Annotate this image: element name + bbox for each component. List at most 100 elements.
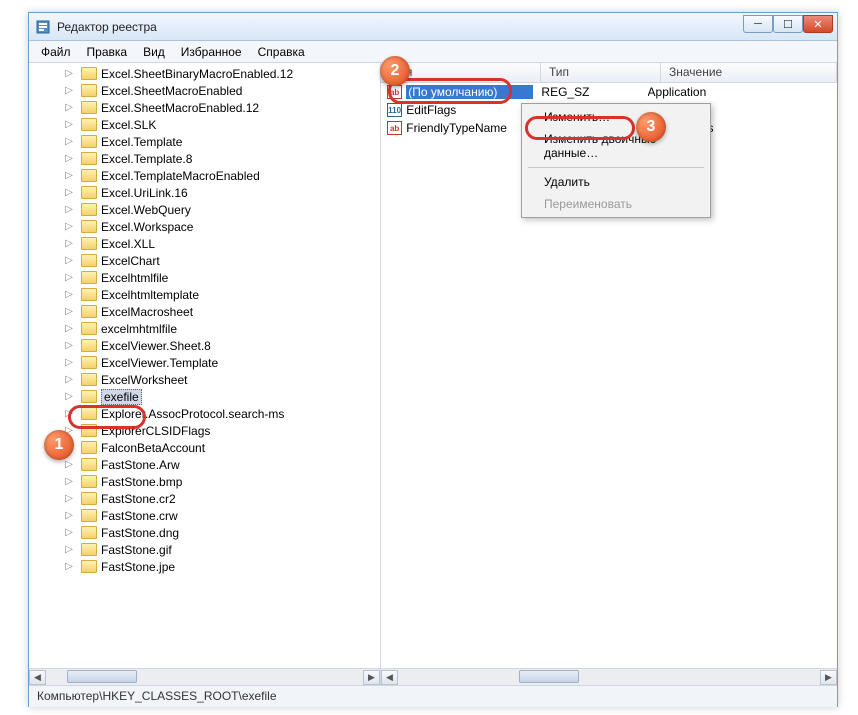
folder-icon — [81, 458, 97, 471]
folder-icon — [81, 407, 97, 420]
expand-icon[interactable]: ▷ — [63, 238, 75, 250]
maximize-button[interactable]: ☐ — [773, 15, 803, 33]
ctx-modify[interactable]: Изменить… — [524, 106, 708, 128]
ctx-rename[interactable]: Переименовать — [524, 193, 708, 215]
scroll-left-button[interactable]: ◀ — [29, 670, 46, 685]
tree-item[interactable]: ▷ ExcelViewer.Template — [33, 354, 380, 371]
tree-item[interactable]: ▷FastStone.jpe — [33, 558, 380, 575]
tree-item[interactable]: ▷ExplorerCLSIDFlags — [33, 422, 380, 439]
value-type: REG_SZ — [533, 85, 647, 99]
splitter[interactable] — [376, 63, 380, 668]
tree-item[interactable]: ▷FastStone.cr2 — [33, 490, 380, 507]
tree-item-label: ExcelWorksheet — [101, 373, 187, 387]
expand-icon[interactable]: ▷ — [63, 357, 75, 369]
tree-item[interactable]: ▷ Excelhtmltemplate — [33, 286, 380, 303]
expand-icon[interactable]: ▷ — [63, 255, 75, 267]
tree-item[interactable]: ▷FastStone.bmp — [33, 473, 380, 490]
tree-item-label: ExcelMacrosheet — [101, 305, 193, 319]
expand-icon[interactable]: ▷ — [63, 459, 75, 471]
ctx-modify-binary[interactable]: Изменить двоичные данные… — [524, 128, 708, 164]
close-button[interactable]: ✕ — [803, 15, 833, 33]
registry-tree[interactable]: ▷Excel.SheetBinaryMacroEnabled.12▷Excel.… — [29, 63, 380, 577]
tree-hscroll[interactable]: ◀ ▶ — [29, 668, 380, 685]
tree-item-label: ExcelViewer.Template — [101, 356, 218, 370]
tree-item-label: Excelhtmltemplate — [101, 288, 199, 302]
ctx-delete[interactable]: Удалить — [524, 171, 708, 193]
expand-icon[interactable]: ▷ — [63, 561, 75, 573]
expand-icon[interactable]: ▷ — [63, 119, 75, 131]
tree-item[interactable]: ▷FastStone.dng — [33, 524, 380, 541]
expand-icon[interactable]: ▷ — [63, 408, 75, 420]
tree-item[interactable]: ▷excelmhtmlfile — [33, 320, 380, 337]
col-type[interactable]: Тип — [541, 63, 661, 82]
list-hscroll[interactable]: ◀ ▶ — [381, 668, 837, 685]
expand-icon[interactable]: ▷ — [63, 289, 75, 301]
expand-icon[interactable]: ▷ — [63, 204, 75, 216]
tree-item[interactable]: ▷Excel.SheetMacroEnabled.12 — [33, 99, 380, 116]
menu-view[interactable]: Вид — [135, 43, 173, 61]
tree-item[interactable]: ▷Excel.SLK — [33, 116, 380, 133]
ctx-sep — [528, 167, 704, 168]
tree-item[interactable]: ▷Excel.Template.8 — [33, 150, 380, 167]
expand-icon[interactable]: ▷ — [63, 187, 75, 199]
expand-icon[interactable]: ▷ — [63, 493, 75, 505]
expand-icon[interactable]: ▷ — [63, 306, 75, 318]
scroll-right-button[interactable]: ▶ — [363, 670, 380, 685]
expand-icon[interactable]: ▷ — [63, 85, 75, 97]
tree-item[interactable]: ▷Excel.SheetMacroEnabled — [33, 82, 380, 99]
scroll-right-button[interactable]: ▶ — [820, 670, 837, 685]
expand-icon[interactable]: ▷ — [63, 170, 75, 182]
expand-icon[interactable]: ▷ — [63, 272, 75, 284]
folder-icon — [81, 101, 97, 114]
folder-icon — [81, 373, 97, 386]
tree-item[interactable]: ▷Excel.XLL — [33, 235, 380, 252]
menu-favorites[interactable]: Избранное — [173, 43, 250, 61]
folder-icon — [81, 424, 97, 437]
tree-item[interactable]: ▷exefile — [33, 388, 380, 405]
tree-item[interactable]: ▷ Excel.WebQuery — [33, 201, 380, 218]
tree-item[interactable]: ▷FastStone.Arw — [33, 456, 380, 473]
tree-item[interactable]: ▷FastStone.crw — [33, 507, 380, 524]
tree-item[interactable]: ▷Excel.UriLink.16 — [33, 184, 380, 201]
expand-icon[interactable]: ▷ — [63, 221, 75, 233]
tree-item[interactable]: ▷ ExcelWorksheet — [33, 371, 380, 388]
tree-item[interactable]: ▷FalconBetaAccount — [33, 439, 380, 456]
folder-icon — [81, 118, 97, 131]
scroll-thumb[interactable] — [67, 670, 137, 683]
app-icon — [35, 19, 51, 35]
expand-icon[interactable]: ▷ — [63, 136, 75, 148]
minimize-button[interactable]: ─ — [743, 15, 773, 33]
tree-item[interactable]: ▷ ExcelMacrosheet — [33, 303, 380, 320]
expand-icon[interactable]: ▷ — [63, 374, 75, 386]
tree-item[interactable]: ▷ExcelViewer.Sheet.8 — [33, 337, 380, 354]
expand-icon[interactable]: ▷ — [63, 102, 75, 114]
tree-item[interactable]: ▷Excel.Workspace — [33, 218, 380, 235]
col-data[interactable]: Значение — [661, 63, 837, 82]
tree-item[interactable]: ▷Excel.TemplateMacroEnabled — [33, 167, 380, 184]
tree-item[interactable]: ▷Excelhtmlfile — [33, 269, 380, 286]
tree-item[interactable]: ▷ExcelChart — [33, 252, 380, 269]
value-name: (По умолчанию) — [406, 85, 533, 99]
expand-icon[interactable]: ▷ — [63, 510, 75, 522]
tree-item[interactable]: ▷Excel.SheetBinaryMacroEnabled.12 — [33, 65, 380, 82]
tree-item[interactable]: ▷FastStone.gif — [33, 541, 380, 558]
expand-icon[interactable]: ▷ — [63, 544, 75, 556]
value-row[interactable]: ab(По умолчанию)REG_SZApplication — [381, 83, 837, 101]
scroll-left-button[interactable]: ◀ — [381, 670, 398, 685]
menu-edit[interactable]: Правка — [79, 43, 136, 61]
expand-icon[interactable]: ▷ — [63, 391, 75, 403]
titlebar[interactable]: Редактор реестра ─ ☐ ✕ — [29, 13, 837, 41]
tree-item[interactable]: ▷Excel.Template — [33, 133, 380, 150]
scroll-thumb[interactable] — [519, 670, 579, 683]
expand-icon[interactable]: ▷ — [63, 68, 75, 80]
folder-icon — [81, 390, 97, 403]
expand-icon[interactable]: ▷ — [63, 476, 75, 488]
expand-icon[interactable]: ▷ — [63, 527, 75, 539]
menu-help[interactable]: Справка — [250, 43, 313, 61]
menu-file[interactable]: Файл — [33, 43, 79, 61]
expand-icon[interactable]: ▷ — [63, 153, 75, 165]
tree-item-label: Excel.WebQuery — [101, 203, 191, 217]
expand-icon[interactable]: ▷ — [63, 340, 75, 352]
expand-icon[interactable]: ▷ — [63, 323, 75, 335]
tree-item[interactable]: ▷Explorer.AssocProtocol.search-ms — [33, 405, 380, 422]
